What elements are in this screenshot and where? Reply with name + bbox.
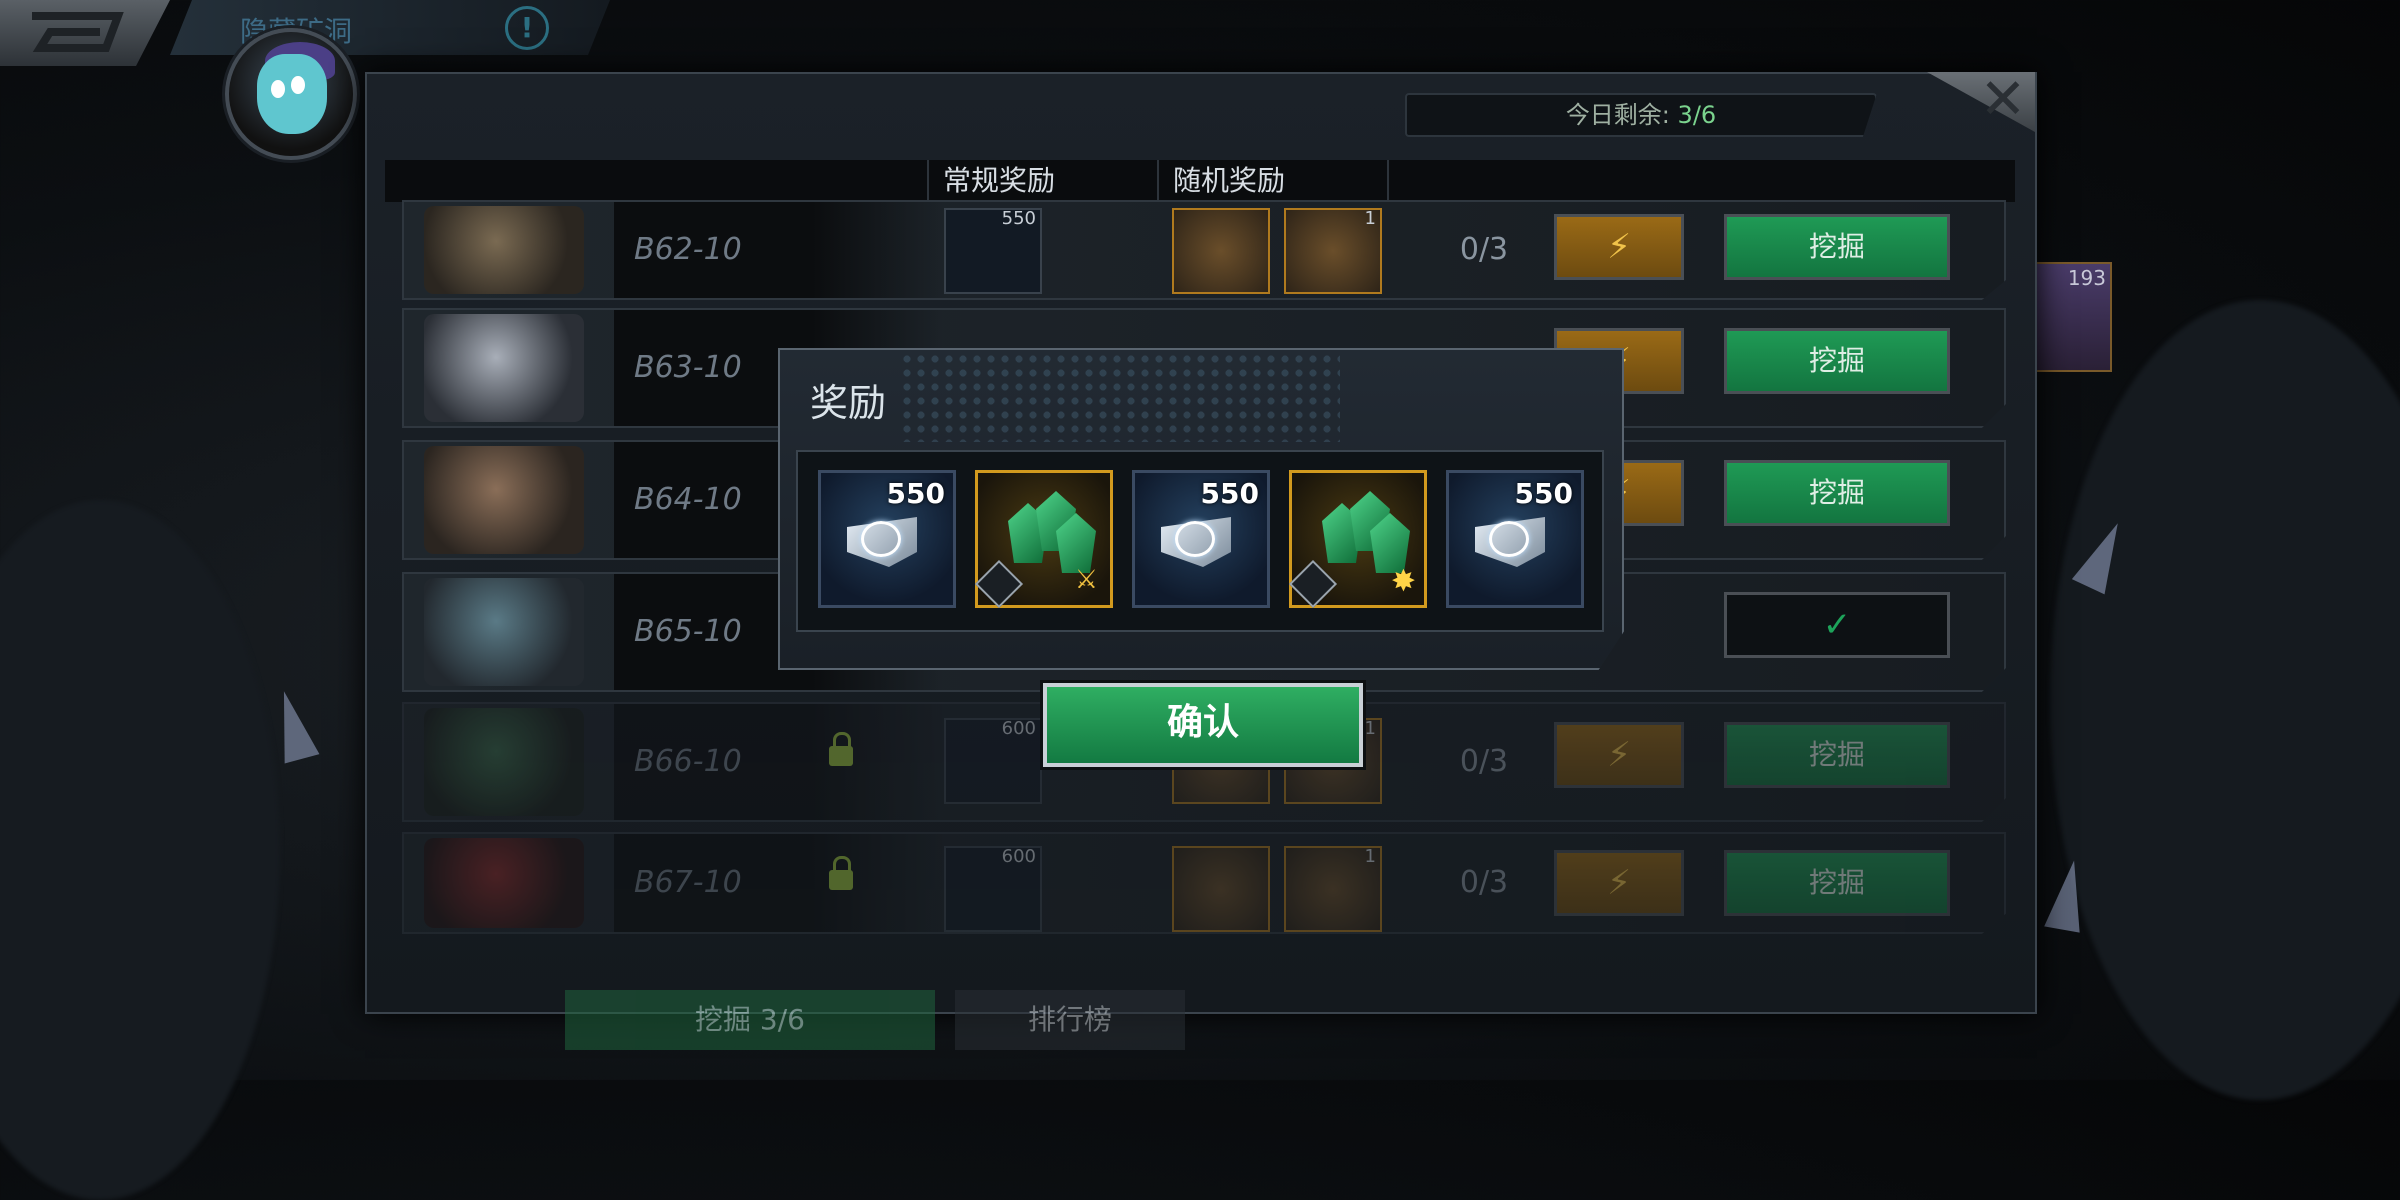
sword-icon: ⚔ — [1074, 565, 1098, 595]
remaining-counter: 今日剩余: 3/6 — [1405, 93, 1877, 137]
table-header: 常规奖励 随机奖励 — [385, 160, 2015, 202]
avatar[interactable] — [225, 28, 357, 160]
reward-item-crystal[interactable]: ⚔ — [974, 470, 1113, 609]
reward-qty: 550 — [1514, 477, 1573, 510]
quick-dig-button[interactable]: ⚡ — [1554, 850, 1684, 916]
reward-qty: 600 — [1001, 846, 1036, 867]
boss-portrait — [424, 708, 584, 816]
dig-button[interactable]: 挖掘 — [1724, 722, 1950, 788]
prism-glyph-icon — [861, 521, 901, 557]
lock-icon — [829, 856, 853, 890]
close-icon[interactable]: ✕ — [1975, 72, 2031, 128]
spark-icon: ✸ — [1390, 564, 1416, 599]
reward-item-prism[interactable]: 550 — [1132, 470, 1270, 608]
quick-dig-button[interactable]: ⚡ — [1554, 722, 1684, 788]
rarity-badge-icon — [1288, 559, 1338, 609]
crystal-decoration — [266, 686, 320, 764]
stage-label: B66-10 — [614, 704, 944, 820]
boss-portrait — [424, 838, 584, 928]
rarity-badge-icon — [974, 559, 1024, 609]
dig-count: 0/3 — [1459, 744, 1509, 779]
reward-qty: 1 — [1364, 846, 1376, 867]
boss-portrait — [424, 578, 584, 686]
dig-count: 0/3 — [1459, 232, 1509, 267]
completed-indicator: ✓ — [1724, 592, 1950, 658]
reward-qty: 550 — [886, 477, 945, 510]
boss-portrait — [424, 206, 584, 294]
lock-icon — [829, 732, 853, 766]
remaining-value: 3/6 — [1677, 101, 1717, 129]
reward-item-prism[interactable]: 550 — [1446, 470, 1584, 608]
random-reward-slot[interactable] — [1172, 208, 1270, 294]
avatar-eye — [271, 80, 285, 98]
reward-qty: 550 — [1001, 208, 1036, 229]
reward-qty: 1 — [1364, 718, 1376, 739]
side-reward-slot: 193 — [2033, 262, 2112, 372]
dig-button[interactable]: 挖掘 — [1724, 460, 1950, 526]
table-row: B62-10 550 1 0/3 ⚡ 挖掘 — [402, 200, 2006, 300]
prism-glyph-icon — [1175, 521, 1215, 557]
column-random-reward: 随机奖励 — [1157, 160, 1389, 202]
random-reward-slot[interactable]: 1 — [1284, 208, 1382, 294]
cave-rock — [0, 500, 280, 1200]
quick-dig-button[interactable]: ⚡ — [1554, 214, 1684, 280]
prism-glyph-icon — [1489, 521, 1529, 557]
dig-count: 0/3 — [1459, 865, 1509, 900]
random-reward-slot[interactable] — [1172, 846, 1270, 932]
leaderboard-button[interactable]: 排行榜 — [955, 990, 1185, 1050]
back-arrow-icon — [32, 12, 124, 52]
stage-label: B62-10 — [614, 202, 944, 298]
popup-title: 奖励 — [810, 381, 887, 425]
stage-label: B67-10 — [614, 834, 944, 932]
dig-button[interactable]: 挖掘 — [1724, 328, 1950, 394]
column-divider — [1387, 160, 1403, 202]
reward-item-prism[interactable]: 550 — [818, 470, 956, 608]
table-row: B67-10 600 1 0/3 ⚡ 挖掘 — [402, 832, 2006, 934]
regular-reward-slot[interactable]: 600 — [944, 846, 1042, 932]
avatar-creature — [257, 54, 327, 134]
boss-portrait — [424, 446, 584, 554]
bottom-dig-button[interactable]: 挖掘 3/6 — [565, 990, 935, 1050]
column-regular-reward: 常规奖励 — [927, 160, 1159, 202]
avatar-eye — [291, 76, 305, 94]
boss-portrait — [424, 314, 584, 422]
remaining-label: 今日剩余: — [1565, 101, 1670, 129]
reward-qty: 550 — [1200, 477, 1259, 510]
reward-item-crystal[interactable]: ✸ — [1288, 470, 1427, 609]
confirm-button[interactable]: 确认 — [1043, 683, 1363, 767]
dig-button[interactable]: 挖掘 — [1724, 214, 1950, 280]
regular-reward-slot[interactable]: 550 — [944, 208, 1042, 294]
dig-button[interactable]: 挖掘 — [1724, 850, 1950, 916]
info-icon[interactable]: ! — [505, 6, 549, 50]
reward-qty: 1 — [1364, 208, 1376, 229]
cave-rock — [2050, 300, 2400, 1100]
popup-decoration — [900, 352, 1340, 442]
back-button[interactable] — [0, 0, 170, 66]
reward-qty: 600 — [1001, 718, 1036, 739]
random-reward-slot[interactable]: 1 — [1284, 846, 1382, 932]
regular-reward-slot[interactable]: 600 — [944, 718, 1042, 804]
